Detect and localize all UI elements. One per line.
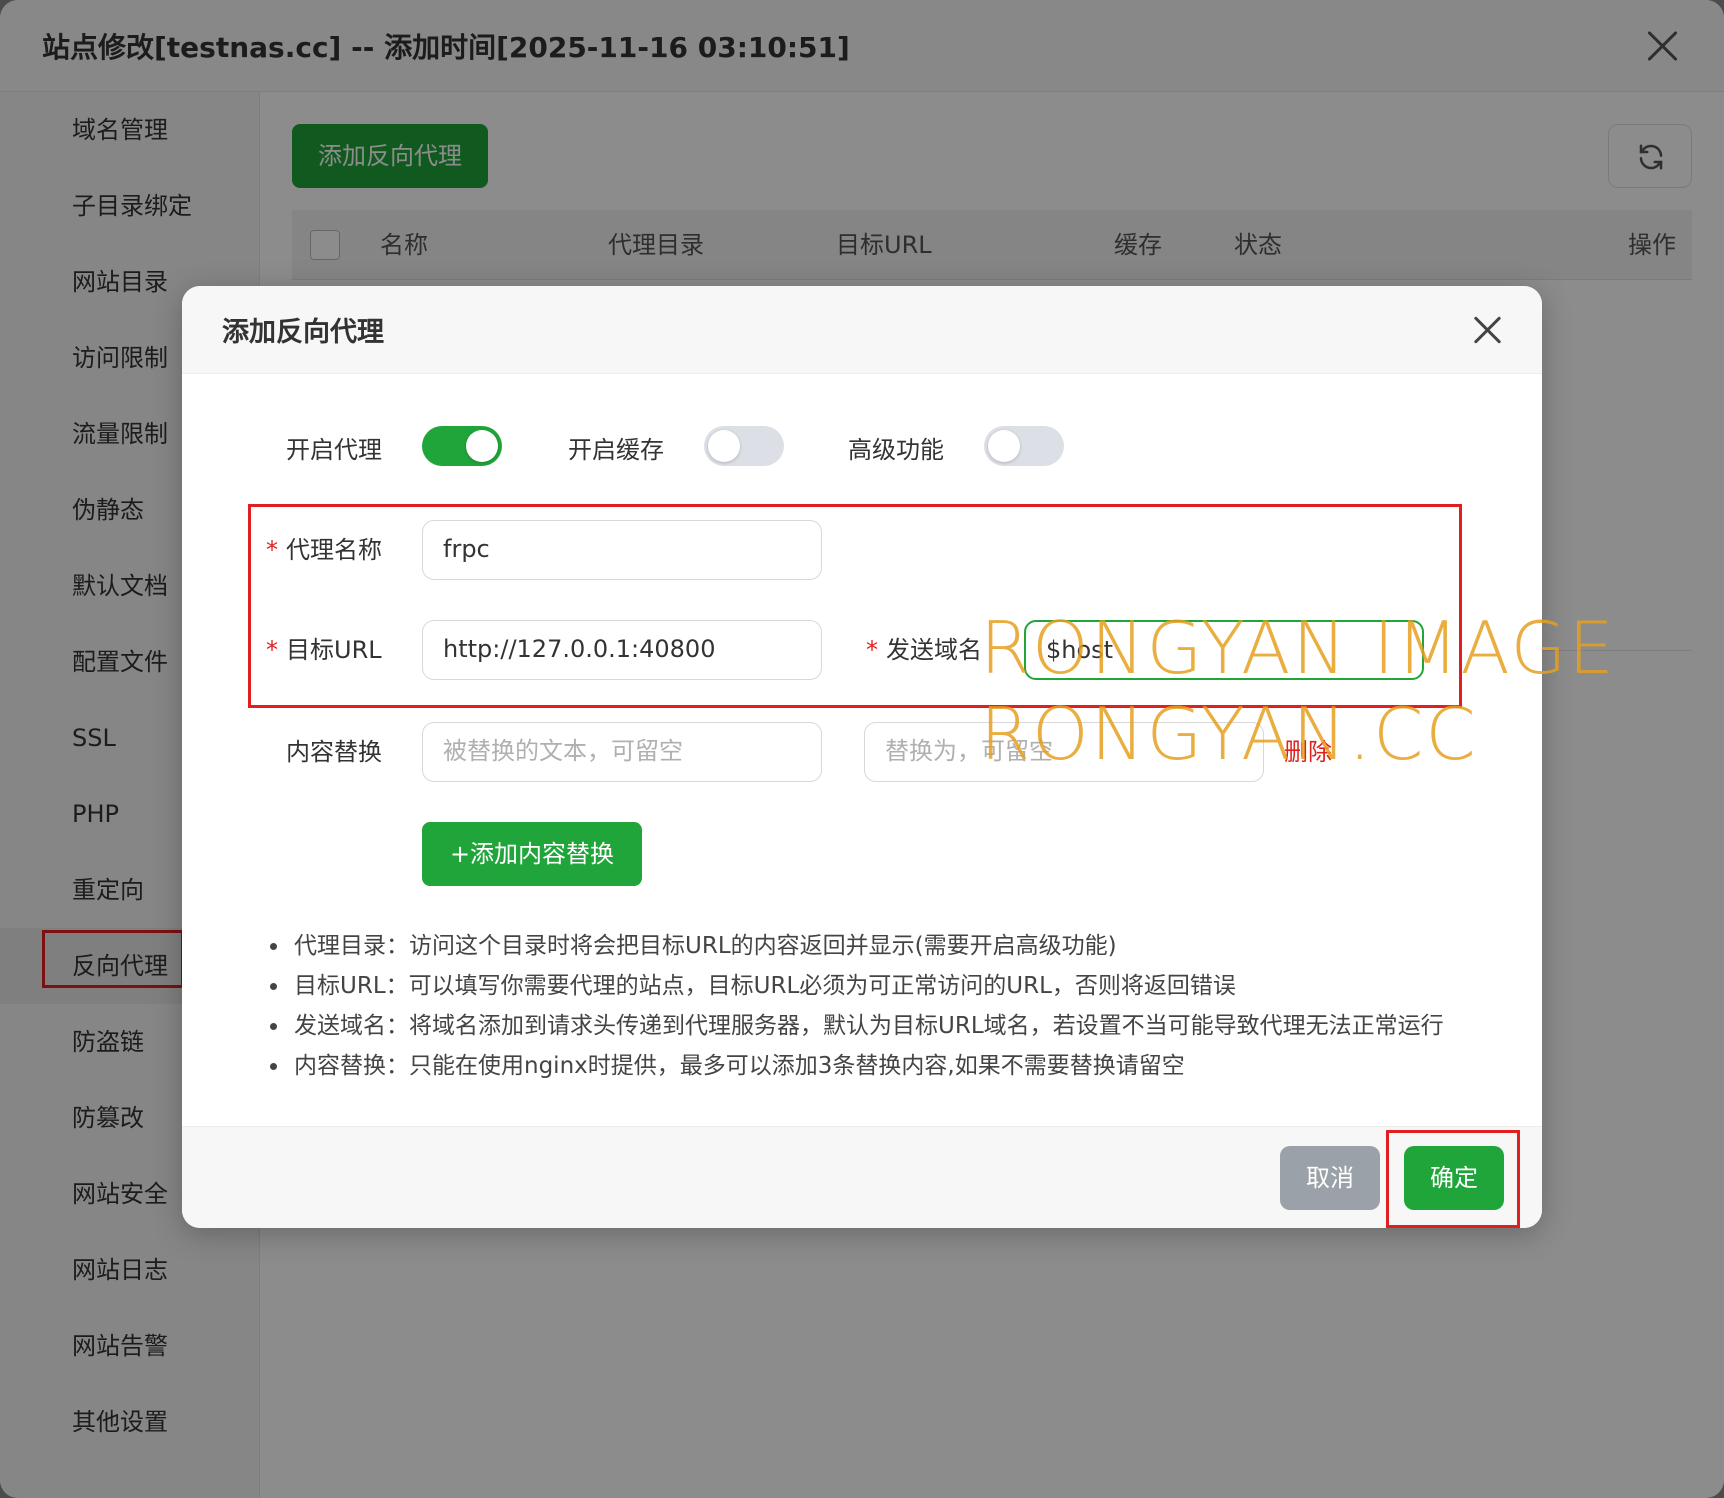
note-item: 目标URL：可以填写你需要代理的站点，目标URL必须为可正常访问的URL，否则将… bbox=[270, 966, 1534, 1006]
highlight-box-form bbox=[248, 504, 1462, 708]
add-reverse-proxy-dialog: 添加反向代理 开启代理 开启缓存 高级功能 * 代理名称 frpc * 目标URL … bbox=[182, 286, 1542, 1228]
replace-to-input[interactable]: 替换为，可留空 bbox=[864, 722, 1264, 782]
note-item: 代理目录：访问这个目录时将会把目标URL的内容返回并显示(需要开启高级功能) bbox=[270, 926, 1534, 966]
enable-proxy-label: 开启代理 bbox=[286, 436, 382, 464]
dialog-close-icon[interactable] bbox=[1470, 312, 1506, 348]
add-content-replace-button[interactable]: +添加内容替换 bbox=[422, 822, 642, 886]
content-replace-label: 内容替换 bbox=[286, 738, 382, 766]
toggle-knob bbox=[466, 430, 498, 462]
help-notes: 代理目录：访问这个目录时将会把目标URL的内容返回并显示(需要开启高级功能) 目… bbox=[270, 926, 1534, 1086]
toggle-knob bbox=[988, 430, 1020, 462]
toggle-knob bbox=[708, 430, 740, 462]
cancel-button[interactable]: 取消 bbox=[1280, 1146, 1380, 1210]
dialog-header: 添加反向代理 bbox=[182, 286, 1542, 374]
advanced-toggle[interactable] bbox=[984, 426, 1064, 466]
delete-replace-link[interactable]: 删除 bbox=[1284, 732, 1332, 767]
enable-cache-label: 开启缓存 bbox=[568, 436, 664, 464]
highlight-box-confirm bbox=[1386, 1130, 1520, 1228]
advanced-label: 高级功能 bbox=[848, 436, 944, 464]
enable-proxy-toggle[interactable] bbox=[422, 426, 502, 466]
enable-cache-toggle[interactable] bbox=[704, 426, 784, 466]
replace-from-input[interactable]: 被替换的文本，可留空 bbox=[422, 722, 822, 782]
note-item: 发送域名：将域名添加到请求头传递到代理服务器，默认为目标URL域名，若设置不当可… bbox=[270, 1006, 1534, 1046]
dialog-title: 添加反向代理 bbox=[222, 317, 384, 348]
note-item: 内容替换：只能在使用nginx时提供，最多可以添加3条替换内容,如果不需要替换请… bbox=[270, 1046, 1534, 1086]
